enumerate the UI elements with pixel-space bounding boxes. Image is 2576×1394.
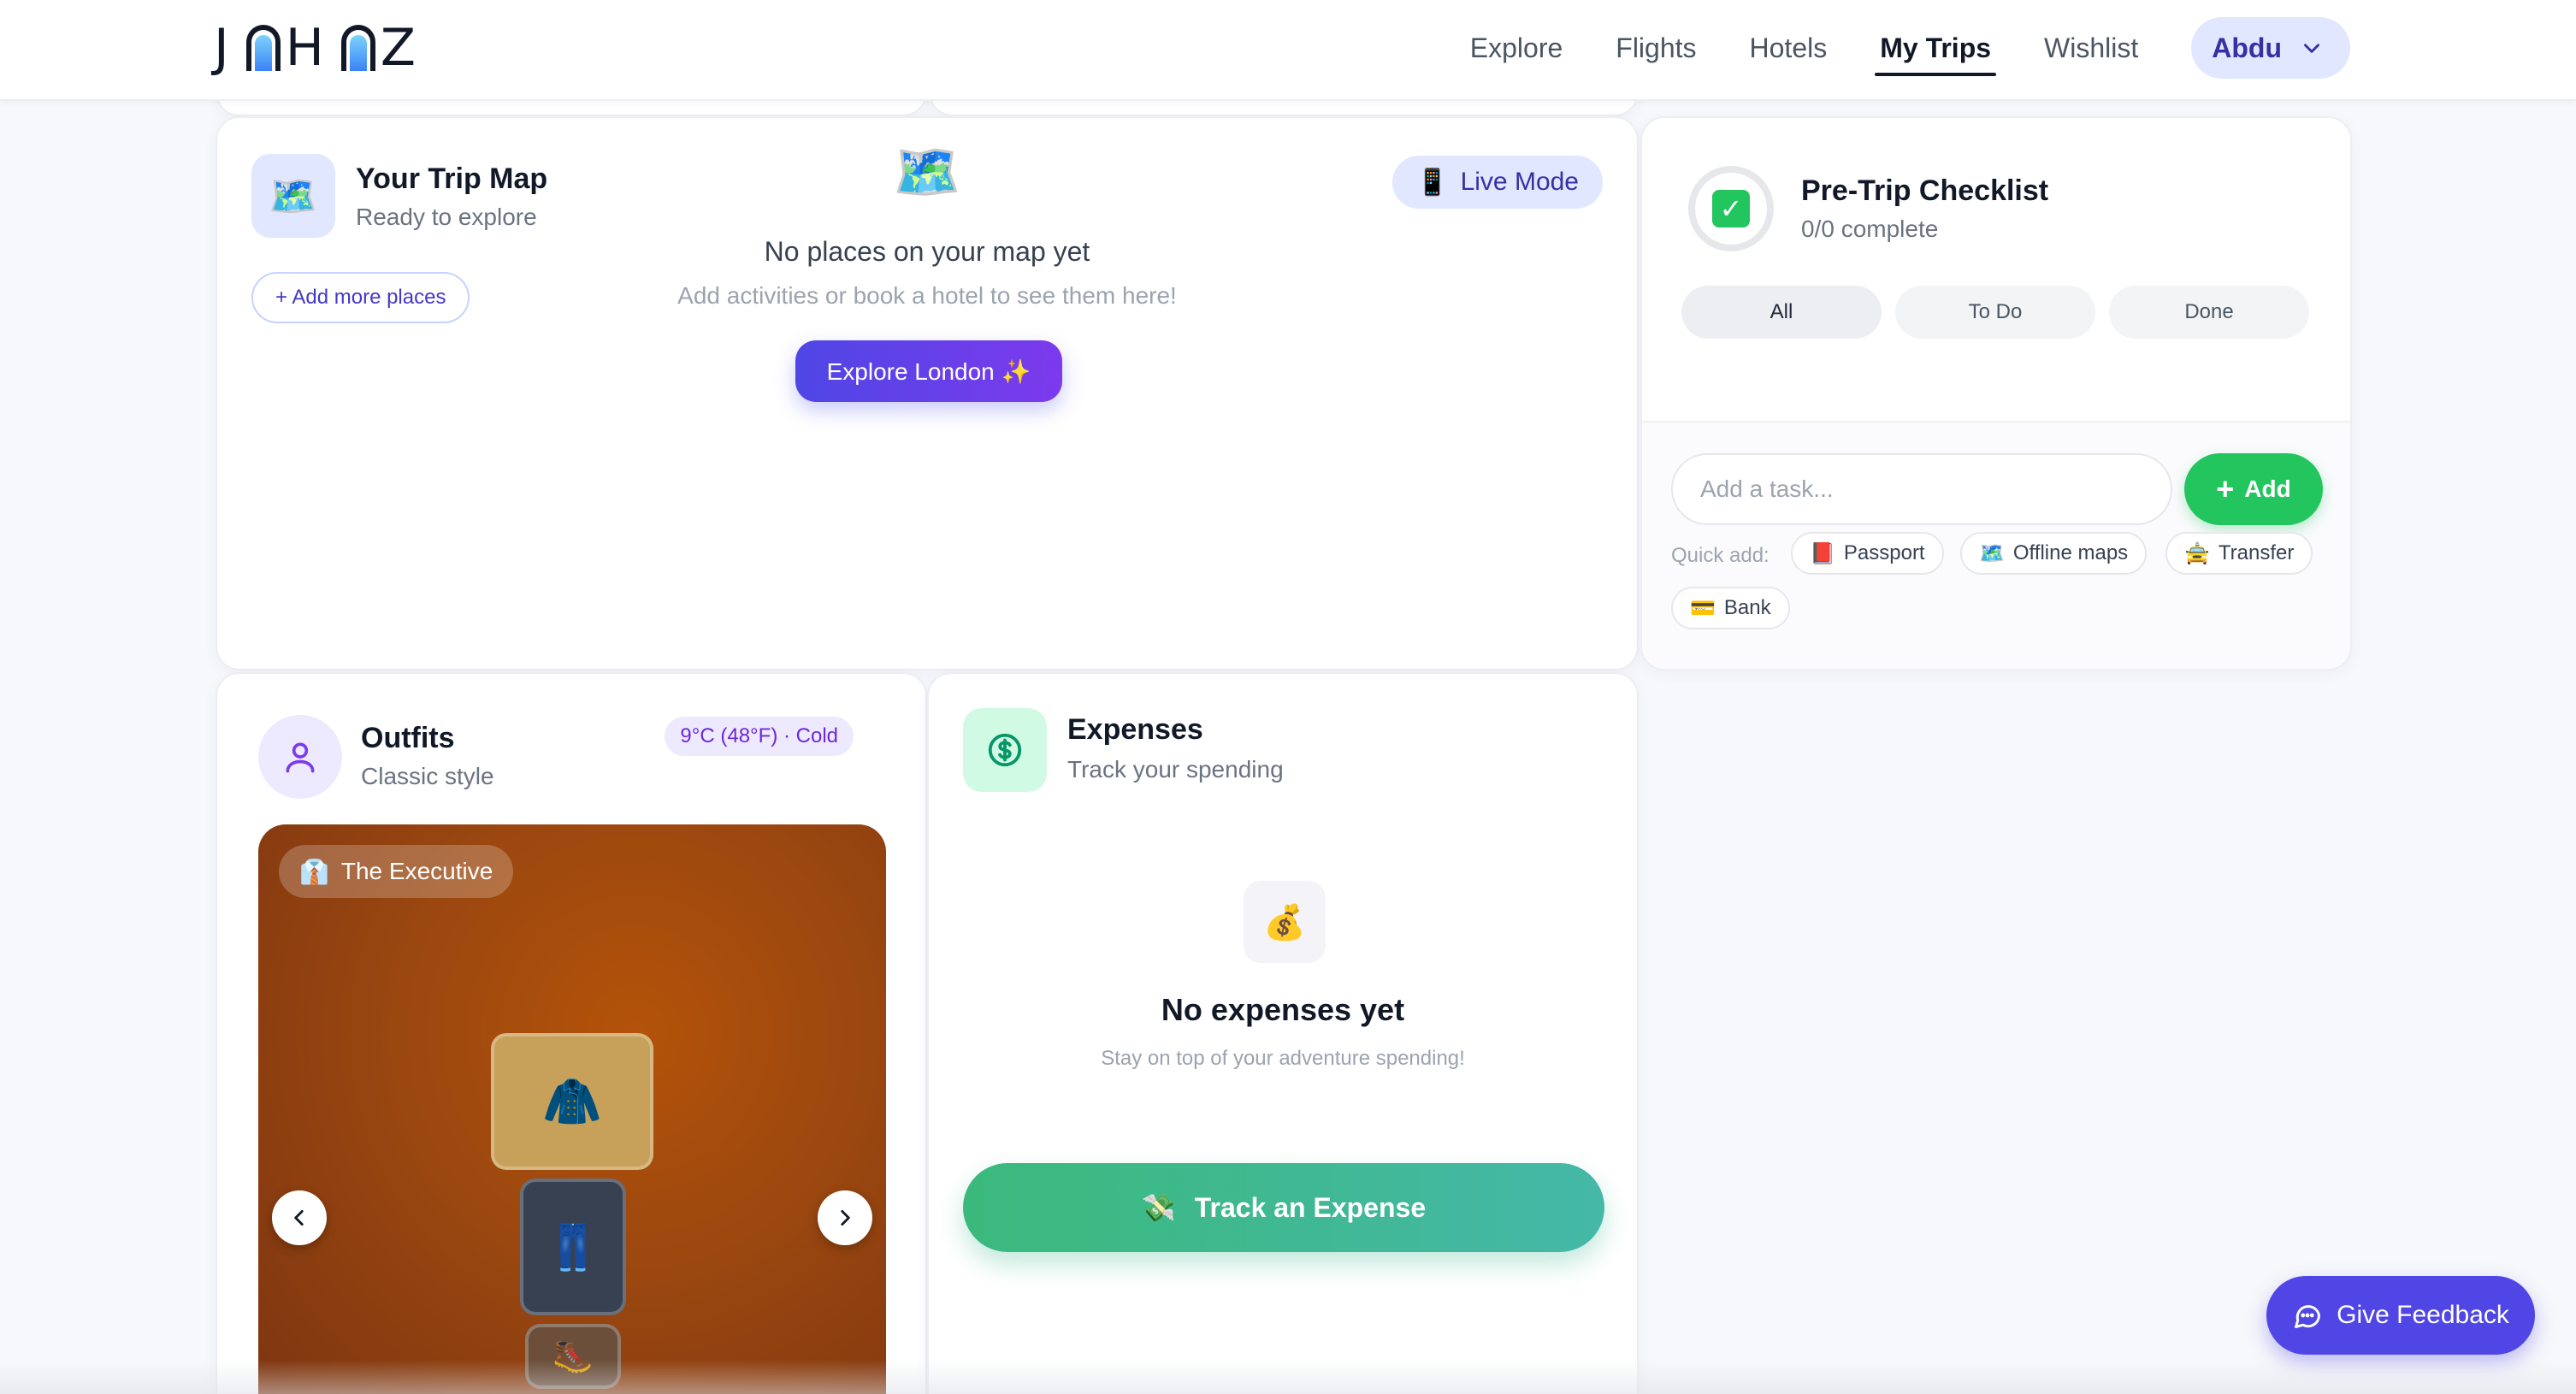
check-icon: ✓ — [1712, 190, 1750, 227]
arch-icon — [340, 25, 375, 71]
map-empty-title: No places on your map yet — [764, 236, 1090, 267]
next-outfit-button[interactable] — [818, 1190, 872, 1245]
nav-wishlist[interactable]: Wishlist — [2044, 32, 2138, 64]
map-icon: 🗺️ — [1979, 541, 2005, 565]
expenses-title: Expenses — [1067, 713, 1203, 746]
quick-add-label: Quick add: — [1671, 544, 1770, 567]
money-wings-icon: 💸 — [1141, 1192, 1176, 1223]
checklist-progress: 0/0 complete — [1801, 216, 1939, 242]
money-bag-icon: 💰 — [1244, 881, 1326, 963]
jeans-icon[interactable]: 👖 — [520, 1178, 626, 1315]
user-name: Abdu — [2212, 32, 2282, 63]
chat-bubble-icon — [2295, 1305, 2321, 1328]
checklist-title: Pre-Trip Checklist — [1801, 174, 2049, 207]
suit-icon: 👔 — [299, 858, 329, 885]
chevron-down-icon — [2304, 44, 2319, 53]
outfits-subtitle: Classic style — [361, 763, 494, 789]
weather-badge: 9°C (48°F) · Cold — [665, 717, 854, 756]
quick-add-bank[interactable]: 💳 Bank — [1671, 587, 1790, 629]
add-task-button[interactable]: + Add — [2184, 453, 2323, 525]
give-feedback-button[interactable]: Give Feedback — [2266, 1276, 2535, 1355]
track-expense-label: Track an Expense — [1194, 1191, 1427, 1223]
live-mode-button[interactable]: 📱 Live Mode — [1392, 156, 1603, 209]
previous-outfit-button[interactable] — [272, 1190, 327, 1245]
expenses-empty-title: No expenses yet — [1161, 992, 1405, 1027]
nav-flights[interactable]: Flights — [1616, 32, 1696, 64]
outfits-card: Outfits Classic style 9°C (48°F) · Cold … — [216, 672, 927, 1394]
filter-done[interactable]: Done — [2109, 286, 2309, 339]
plus-icon: + — [2216, 471, 2235, 506]
chevron-right-icon — [841, 1210, 850, 1226]
outfit-carousel: 👔 The Executive 🧥 👖 🥾 — [258, 824, 886, 1394]
track-expense-button[interactable]: 💸 Track an Expense — [963, 1163, 1604, 1252]
look-name-badge: 👔 The Executive — [279, 845, 514, 898]
taxi-icon: 🚖 — [2184, 541, 2210, 565]
quick-add-passport[interactable]: 📕 Passport — [1791, 532, 1944, 575]
outfits-title: Outfits — [361, 722, 455, 754]
filter-all[interactable]: All — [1681, 286, 1882, 339]
checklist-progress-ring: ✓ — [1688, 166, 1774, 251]
trip-map-card: 🗺️ Your Trip Map Ready to explore + Add … — [216, 116, 1639, 670]
jahaz-logo[interactable]: JHZ — [214, 18, 428, 78]
nav-my-trips[interactable]: My Trips — [1875, 32, 1996, 76]
chevron-left-icon — [294, 1210, 304, 1226]
phone-icon: 📱 — [1416, 168, 1449, 197]
live-mode-label: Live Mode — [1460, 168, 1579, 196]
explore-london-button[interactable]: Explore London ✨ — [795, 340, 1062, 402]
passport-icon: 📕 — [1810, 541, 1835, 565]
map-empty-text: Add activities or book a hotel to see th… — [677, 282, 1177, 309]
trip-map-subtitle: Ready to explore — [356, 204, 537, 230]
checklist-card: ✓ Pre-Trip Checklist 0/0 complete All To… — [1640, 116, 2352, 670]
expenses-card: Expenses Track your spending 💰 No expens… — [927, 672, 1639, 1394]
dollar-icon — [963, 708, 1047, 792]
expenses-subtitle: Track your spending — [1067, 756, 1284, 783]
nav-explore[interactable]: Explore — [1470, 32, 1563, 64]
user-menu-button[interactable]: Abdu — [2191, 17, 2350, 79]
arch-icon — [245, 25, 281, 71]
checklist-filters: All To Do Done — [1681, 286, 2309, 339]
add-task-input[interactable] — [1671, 453, 2172, 525]
add-task-label: Add — [2244, 475, 2291, 502]
look-name: The Executive — [340, 858, 493, 884]
main-nav: Explore Flights Hotels My Trips Wishlist… — [1470, 17, 2350, 79]
filter-todo[interactable]: To Do — [1895, 286, 2095, 339]
person-icon — [258, 715, 342, 799]
credit-card-icon: 💳 — [1690, 596, 1716, 620]
top-navbar: JHZ Explore Flights Hotels My Trips Wish… — [0, 0, 2576, 101]
nav-hotels[interactable]: Hotels — [1750, 32, 1828, 64]
expenses-empty-text: Stay on top of your adventure spending! — [1101, 1047, 1465, 1070]
give-feedback-label: Give Feedback — [2337, 1301, 2509, 1329]
coat-icon[interactable]: 🧥 — [491, 1033, 653, 1170]
quick-add-offline-maps[interactable]: 🗺️ Offline maps — [1960, 532, 2148, 575]
quick-add-transfer[interactable]: 🚖 Transfer — [2165, 532, 2313, 575]
boots-icon[interactable]: 🥾 — [525, 1324, 621, 1389]
